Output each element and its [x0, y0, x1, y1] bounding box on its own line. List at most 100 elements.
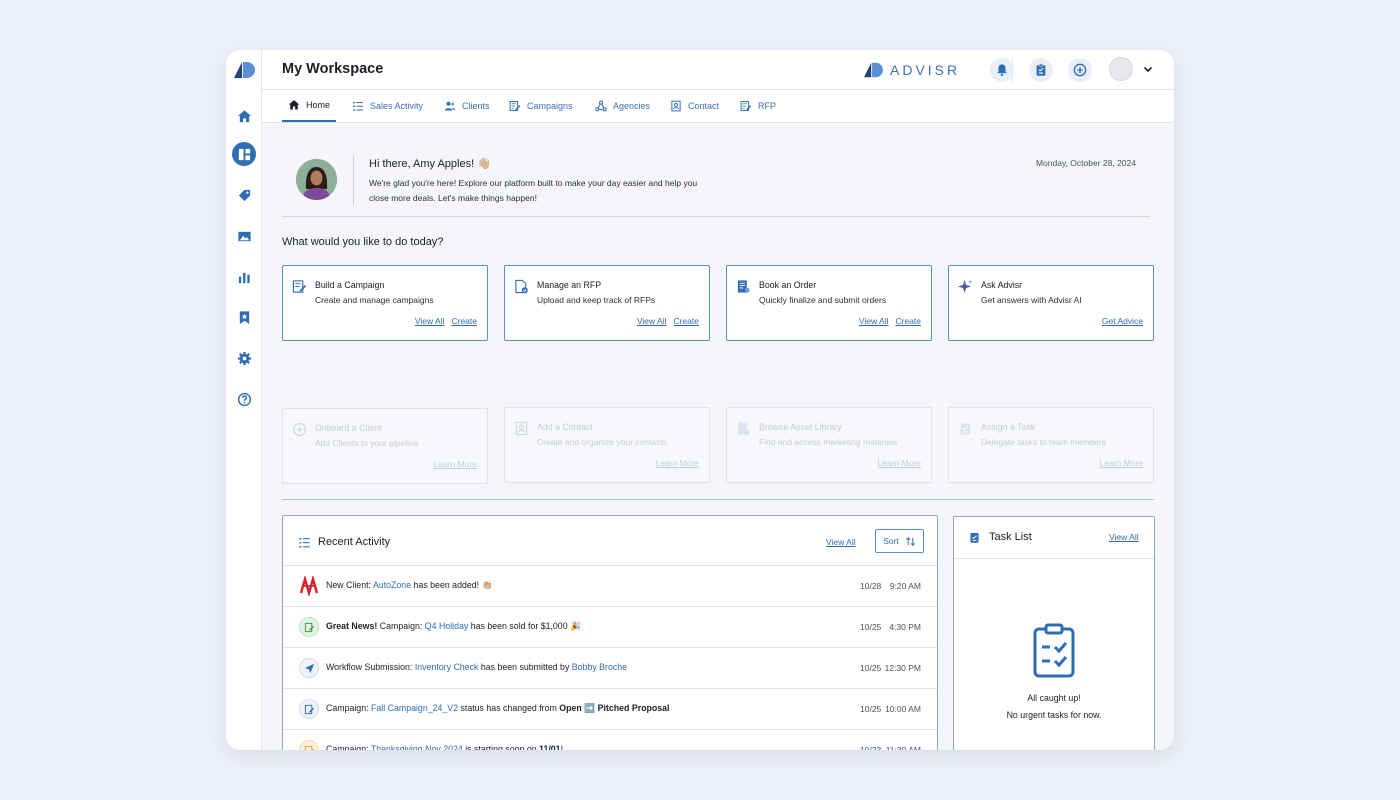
chevron-down-icon[interactable]	[1142, 63, 1154, 75]
tab-contact[interactable]: Contact	[664, 90, 725, 122]
view-all-link[interactable]: View All	[637, 316, 667, 326]
activity-date: 10/25	[860, 704, 882, 714]
tab-campaigns[interactable]: Campaigns	[503, 90, 579, 122]
learn-more-link[interactable]: Learn More	[434, 459, 477, 469]
activity-time: 9:20 AM	[889, 581, 921, 591]
activity-row[interactable]: Campaign: Thanksgiving Nov 2024 is start…	[283, 729, 937, 750]
sidebar-home[interactable]	[232, 104, 256, 128]
learn-more-link[interactable]: Learn More	[1100, 458, 1143, 468]
tab-home[interactable]: Home	[282, 90, 337, 122]
create-link[interactable]: Create	[451, 316, 477, 326]
plus-circle-icon	[1073, 63, 1087, 77]
user-avatar[interactable]	[1109, 57, 1133, 81]
tab-label: Home	[306, 100, 331, 110]
activity-time: 12:30 PM	[884, 663, 921, 673]
activity-text-part: Campaign:	[377, 621, 425, 631]
bell-icon	[997, 64, 1007, 77]
section-title: What would you like to do today?	[282, 236, 444, 248]
card-description: Create and manage campaigns	[315, 295, 434, 305]
sidebar-tags[interactable]	[232, 183, 256, 207]
activity-link[interactable]: Q4 Holiday	[425, 621, 469, 631]
tab-label: Campaigns	[527, 101, 573, 111]
card-onboard-client[interactable]: Onboard a Client Add Clients to your pip…	[282, 408, 488, 484]
edit-doc-icon	[292, 280, 307, 293]
learn-more-link[interactable]: Learn More	[656, 458, 699, 468]
card-title: Add a Contact	[537, 422, 593, 432]
view-all-link[interactable]: View All	[859, 316, 889, 326]
campaign-upcoming-icon	[299, 740, 319, 750]
activity-text-part: is starting soon on	[462, 744, 540, 750]
tab-agencies[interactable]: Agencies	[589, 90, 656, 122]
sort-button[interactable]: Sort	[875, 529, 924, 553]
card-title: Onboard a Client	[315, 423, 382, 433]
image-icon	[237, 231, 251, 241]
activity-link[interactable]: Fall Campaign_24_V2	[371, 703, 458, 713]
activity-row[interactable]: Campaign: Fall Campaign_24_V2 status has…	[283, 688, 937, 729]
create-link[interactable]: Create	[673, 316, 699, 326]
activity-text-part: Open	[559, 703, 582, 713]
view-all-link[interactable]: View All	[1109, 532, 1139, 542]
learn-more-link[interactable]: Learn More	[878, 458, 921, 468]
notifications-button[interactable]	[990, 58, 1014, 82]
advisr-logo[interactable]	[232, 60, 256, 80]
add-button[interactable]	[1068, 58, 1092, 82]
activity-text: New Client: AutoZone has been added! 👏🏼	[326, 580, 492, 591]
activity-text: Campaign: Fall Campaign_24_V2 status has…	[326, 703, 669, 714]
clipboard-icon	[1036, 63, 1046, 76]
card-manage-rfp[interactable]: Manage an RFP Upload and keep track of R…	[504, 265, 710, 341]
card-title: Browse Asset Library	[759, 422, 842, 432]
view-all-link[interactable]: View All	[826, 537, 856, 547]
sidebar-help[interactable]	[232, 387, 256, 411]
activity-link[interactable]: AutoZone	[373, 580, 411, 590]
card-book-order[interactable]: Book an Order Quickly finalize and submi…	[726, 265, 932, 341]
list-check-icon	[298, 537, 310, 549]
activity-link[interactable]: Bobby Broche	[572, 662, 627, 672]
page-title: My Workspace	[282, 61, 384, 77]
activity-text-part: New Client:	[326, 580, 373, 590]
activity-text: Workflow Submission: Inventory Check has…	[326, 662, 627, 672]
get-advice-link[interactable]: Get Advice	[1102, 316, 1143, 326]
clipboard-icon	[960, 423, 971, 435]
card-build-campaign[interactable]: Build a Campaign Create and manage campa…	[282, 265, 488, 341]
sidebar-settings[interactable]	[232, 346, 256, 370]
activity-text-part: ➡️	[581, 703, 598, 713]
sort-label: Sort	[883, 536, 899, 546]
card-assign-task[interactable]: Assign a Task Delegate tasks to team mem…	[948, 407, 1154, 483]
create-link[interactable]: Create	[895, 316, 921, 326]
plus-circle-icon	[292, 422, 307, 437]
card-browse-assets[interactable]: Browse Asset Library Find and access mar…	[726, 407, 932, 483]
activity-text-part: has been sold for $1,000 🎉	[468, 621, 581, 631]
tab-rfp[interactable]: RFP	[734, 90, 782, 122]
card-description: Delegate tasks to team members	[981, 437, 1106, 447]
card-description: Upload and keep track of RFPs	[537, 295, 656, 305]
sidebar-reports[interactable]	[232, 265, 256, 289]
activity-text-part: has been submitted by	[478, 662, 572, 672]
activity-row[interactable]: Workflow Submission: Inventory Check has…	[283, 647, 937, 688]
activity-date: 10/25	[860, 663, 882, 673]
activity-date: 10/28	[860, 581, 882, 591]
sparkle-icon	[958, 279, 973, 294]
panel-title: Recent Activity	[318, 536, 391, 548]
sidebar-bookmarks[interactable]	[232, 305, 256, 329]
activity-link[interactable]: Inventory Check	[415, 662, 479, 672]
sidebar-dashboard[interactable]	[232, 142, 256, 166]
card-description: Quickly finalize and submit orders	[759, 295, 887, 305]
activity-link[interactable]: Thanksgiving Nov 2024	[371, 744, 463, 750]
tasks-button[interactable]	[1029, 58, 1053, 82]
order-doc-icon	[737, 280, 750, 293]
view-all-link[interactable]: View All	[415, 316, 445, 326]
card-ask-advisr[interactable]: Ask Advisr Get answers with Advisr AI Ge…	[948, 265, 1154, 341]
card-description: Create and organize your contacts	[537, 437, 667, 447]
greeting-message: We're glad you're here! Explore our plat…	[369, 178, 698, 203]
tab-clients[interactable]: Clients	[438, 90, 496, 122]
activity-row[interactable]: New Client: AutoZone has been added! 👏🏼 1…	[283, 565, 937, 606]
activity-text-part: Pitched Proposal	[597, 703, 670, 713]
app-window: My Workspace ADVISR Home Sales Activity	[226, 50, 1174, 750]
tab-sales-activity[interactable]: Sales Activity	[346, 90, 429, 122]
folder-doc-icon	[737, 422, 750, 435]
sidebar-images[interactable]	[232, 224, 256, 248]
card-add-contact[interactable]: Add a Contact Create and organize your c…	[504, 407, 710, 483]
activity-row[interactable]: Great News! Campaign: Q4 Holiday has bee…	[283, 606, 937, 647]
card-title: Book an Order	[759, 280, 817, 290]
tab-label: RFP	[758, 101, 776, 111]
